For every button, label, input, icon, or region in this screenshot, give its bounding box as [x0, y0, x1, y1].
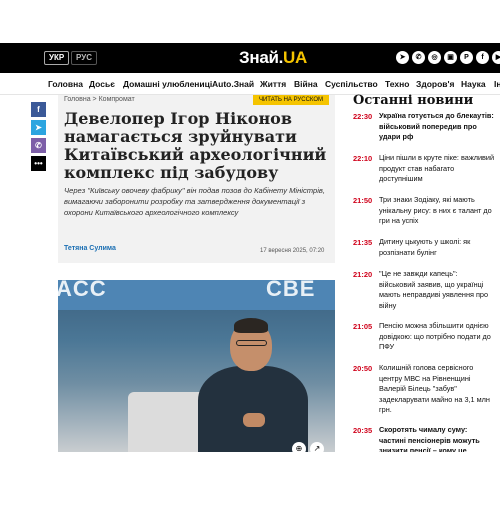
photo-person-glasses: [236, 340, 267, 346]
nav-item-pets[interactable]: Домашні улюблениці: [123, 79, 212, 89]
nav-item-auto[interactable]: Auto.Знай: [212, 79, 254, 89]
breadcrumb: Головна > Компромат: [64, 96, 135, 103]
photo-person-hair: [234, 318, 268, 333]
nav-item-life[interactable]: Життя: [260, 79, 286, 89]
news-item-link[interactable]: Дитину цькують у школі: як розпізнати бу…: [379, 237, 495, 258]
article-author[interactable]: Тетяна Сулима: [64, 245, 116, 252]
photo-share-icon[interactable]: ↗: [310, 442, 324, 456]
share-viber-icon[interactable]: ✆: [31, 138, 46, 153]
article-date: 17 вересня 2025, 07:20: [260, 248, 325, 254]
news-item-link[interactable]: Три знаки Зодіаку, які мають унікальну р…: [379, 195, 495, 227]
news-time: 21:05: [353, 322, 373, 331]
share-facebook-icon[interactable]: f: [31, 102, 46, 117]
logo-main: Знай.: [239, 48, 284, 67]
news-time: 21:20: [353, 270, 373, 279]
article-lead: Через "Київську овочеву фабрику" він под…: [64, 186, 326, 217]
nav-item-more[interactable]: Ін: [494, 79, 500, 89]
news-item-link[interactable]: Україна готується до блекаутів: військов…: [379, 111, 495, 143]
nav-item-society[interactable]: Суспільство: [325, 79, 378, 89]
breadcrumb-separator: >: [90, 96, 99, 103]
read-in-russian-button[interactable]: ЧИТАТЬ НА РУССКОМ: [253, 95, 329, 105]
breadcrumb-home[interactable]: Головна: [64, 96, 91, 103]
breadcrumb-section[interactable]: Компромат: [99, 96, 135, 103]
news-time: 21:50: [353, 196, 373, 205]
news-time: 22:10: [353, 154, 373, 163]
photo-person-hands: [243, 413, 265, 427]
nav-item-home[interactable]: Головна: [48, 79, 83, 89]
news-item-link[interactable]: Скоротять чималу суму: частині пенсіонер…: [379, 425, 495, 452]
pinterest-icon[interactable]: P: [460, 51, 473, 64]
nav-item-dossier[interactable]: Досьє: [89, 79, 115, 89]
telegram-icon[interactable]: ➤: [396, 51, 409, 64]
nav-item-tech[interactable]: Техно: [385, 79, 409, 89]
news-time: 20:50: [353, 364, 373, 373]
flipboard-icon[interactable]: ▣: [444, 51, 457, 64]
instagram-icon[interactable]: ◎: [428, 51, 441, 64]
lang-ukr-button[interactable]: УКР: [44, 51, 70, 65]
nav-item-science[interactable]: Наука: [461, 79, 486, 89]
nav-item-health[interactable]: Здоров'я: [416, 79, 455, 89]
main-nav: Головна Досьє Домашні улюблениці Auto.Зн…: [0, 73, 500, 95]
photo-backdrop-lettering: ACC: [58, 280, 107, 301]
site-logo[interactable]: Знай.UA: [239, 48, 307, 68]
share-telegram-icon[interactable]: ➤: [31, 120, 46, 135]
youtube-icon[interactable]: ▶: [492, 51, 500, 64]
facebook-icon[interactable]: f: [476, 51, 489, 64]
article-photo: ACC CBE: [58, 280, 335, 452]
viber-icon[interactable]: ✆: [412, 51, 425, 64]
news-time: 22:30: [353, 112, 373, 121]
news-item-link[interactable]: Колишній голова сервісного центру МВС на…: [379, 363, 495, 416]
news-item-link[interactable]: "Це не завжди капець": військовий заявив…: [379, 269, 495, 311]
photo-zoom-icon[interactable]: ⊕: [292, 442, 306, 456]
nav-item-war[interactable]: Війна: [294, 79, 318, 89]
photo-backdrop-lettering: CBE: [266, 280, 316, 301]
news-time: 21:35: [353, 238, 373, 247]
share-more-icon[interactable]: •••: [31, 156, 46, 171]
top-header: УКР РУС Знай.UA ➤ ✆ ◎ ▣ P f ▶: [0, 43, 500, 73]
news-time: 20:35: [353, 426, 373, 435]
article-title: Девелопер Ігор Ніконов намагається зруйн…: [64, 109, 327, 182]
news-item-link[interactable]: Ціни пішли в круте піке: важливий продук…: [379, 153, 495, 185]
news-item-link[interactable]: Пенсію можна збільшити однією довідкою: …: [379, 321, 495, 353]
latest-news-heading: Останні новини: [353, 93, 474, 108]
logo-accent: UA: [283, 48, 308, 67]
photo-person-body: [198, 366, 308, 452]
lang-rus-button[interactable]: РУС: [71, 51, 97, 65]
